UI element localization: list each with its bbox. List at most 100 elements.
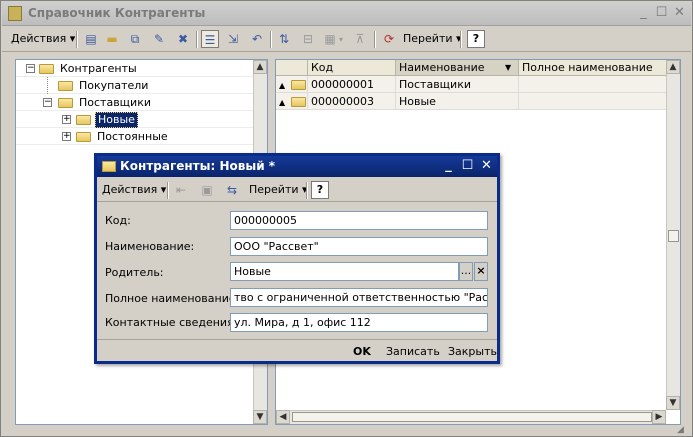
expand-icon[interactable]: + <box>62 132 71 141</box>
main-toolbar: Действия ▾ ▤ ▬ ⧉ ✎ ✖ ☰ ⇲ ↶ ⇅ ⊟ ▦ ▾ ⊼ ⟳ П… <box>2 27 691 52</box>
table-row[interactable]: ▲ 000000003 Новые <box>276 93 668 110</box>
filter-dropdown-icon[interactable]: ▾ <box>339 35 343 44</box>
scroll-up-icon[interactable]: ▲ <box>253 60 267 74</box>
scroll-thumb[interactable] <box>292 412 652 422</box>
main-window-title: Справочник Контрагенты <box>28 6 206 20</box>
move-to-group-icon[interactable]: ⇲ <box>224 30 242 48</box>
folder-icon <box>102 161 116 172</box>
actions-menu[interactable]: Действия ▾ <box>102 183 166 196</box>
tree-line <box>47 77 48 94</box>
directory-icon <box>8 6 22 21</box>
parent-select-button[interactable]: ... <box>459 262 473 281</box>
collapse-icon[interactable]: − <box>26 64 35 73</box>
actions-menu[interactable]: Действия ▾ <box>11 32 75 45</box>
table-row[interactable]: ▲ 000000001 Поставщики <box>276 76 668 93</box>
copy-icon[interactable]: ⧉ <box>126 30 144 48</box>
toolbar-separator <box>167 182 169 199</box>
folder-icon <box>76 115 91 125</box>
add-icon[interactable]: ▤ <box>82 30 100 48</box>
scroll-up-icon[interactable]: ▲ <box>666 60 680 74</box>
tree-item-label: Покупатели <box>79 79 149 92</box>
actions-menu-label: Действия <box>102 183 158 196</box>
tree-item-label: Поставщики <box>79 96 151 109</box>
sort-icon[interactable]: ⇅ <box>275 30 293 48</box>
cell-code: 000000003 <box>308 93 396 110</box>
minimize-button[interactable]: _ <box>440 158 457 175</box>
collapse-icon[interactable]: − <box>43 98 52 107</box>
goto-menu-label: Перейти <box>249 183 299 196</box>
save-button[interactable]: Записать <box>386 345 440 358</box>
tree-item-suppliers[interactable]: − Поставщики <box>16 94 253 111</box>
tree-item-label: Постоянные <box>97 130 168 143</box>
sort-arrow-icon: ▼ <box>505 63 512 72</box>
refresh-icon[interactable]: ⟳ <box>380 30 398 48</box>
column-header-code[interactable]: Код <box>308 60 396 76</box>
maximize-button[interactable]: ☐ <box>459 158 476 175</box>
list-horizontal-scrollbar[interactable]: ◀ ▶ <box>276 410 666 424</box>
main-title-bar[interactable]: Справочник Контрагенты _ ☐ ✕ <box>2 2 691 26</box>
parent-clear-button[interactable]: × <box>474 262 488 281</box>
column-header-full-name[interactable]: Полное наименование <box>519 60 668 76</box>
scroll-down-icon[interactable]: ▼ <box>666 396 680 410</box>
cell-code: 000000001 <box>308 76 396 93</box>
folder-icon <box>291 97 306 107</box>
level-up-icon[interactable]: ↶ <box>248 30 266 48</box>
scroll-right-icon[interactable]: ▶ <box>652 410 666 424</box>
minimize-button[interactable]: _ <box>635 5 652 22</box>
maximize-button[interactable]: ☐ <box>653 5 670 22</box>
cell-name: Поставщики <box>396 76 519 93</box>
parent-label: Родитель: <box>105 266 164 279</box>
actions-menu-label: Действия <box>11 32 67 45</box>
toolbar-separator <box>306 182 308 199</box>
cell-name: Новые <box>396 93 519 110</box>
expand-icon[interactable]: + <box>62 115 71 124</box>
ok-button[interactable]: OK <box>353 345 371 358</box>
list-vertical-scrollbar[interactable]: ▲ ▼ <box>666 60 680 410</box>
filter-list-icon[interactable]: ▦ <box>321 30 339 48</box>
scroll-left-icon[interactable]: ◀ <box>276 410 290 424</box>
folder-icon <box>58 98 73 108</box>
code-label: Код: <box>105 214 131 227</box>
goto-menu-label: Перейти <box>403 32 453 45</box>
up-arrow-icon: ▲ <box>279 98 286 107</box>
parent-field[interactable]: Новые <box>230 262 459 281</box>
help-button[interactable]: ? <box>311 181 329 199</box>
tree-item-contractors[interactable]: − Контрагенты <box>16 60 253 77</box>
tree-item-label: Новые <box>95 112 138 128</box>
up-arrow-icon: ▲ <box>279 81 286 90</box>
tree-item-permanent[interactable]: + Постоянные <box>16 128 253 145</box>
column-header-marker[interactable] <box>276 60 308 76</box>
structure-icon[interactable]: ▣ <box>198 181 216 199</box>
contacts-field[interactable]: ул. Мира, д 1, офис 112 <box>230 313 488 332</box>
filter-icon[interactable]: ⊟ <box>299 30 317 48</box>
name-field[interactable]: ООО "Рассвет" <box>230 237 488 256</box>
tree-item-new[interactable]: + Новые <box>16 111 253 128</box>
contacts-label: Контактные сведения: <box>105 316 238 329</box>
full-name-field[interactable]: тво с ограниченной ответственностью "Рас… <box>230 288 488 307</box>
scroll-down-icon[interactable]: ▼ <box>253 410 267 424</box>
cell-full-name <box>519 76 668 93</box>
edit-icon[interactable]: ✎ <box>150 30 168 48</box>
save-and-go-icon[interactable]: ⇆ <box>223 181 241 199</box>
dialog-title-bar[interactable]: Контрагенты: Новый * _ ☐ ✕ <box>97 156 497 177</box>
folder-icon <box>291 80 306 90</box>
tree-item-buyers[interactable]: Покупатели <box>16 77 253 94</box>
help-button[interactable]: ? <box>467 30 485 48</box>
clear-filter-icon[interactable]: ⊼ <box>351 30 369 48</box>
delete-icon[interactable]: ✖ <box>174 30 192 48</box>
add-group-icon[interactable]: ▬ <box>103 30 121 48</box>
edit-dialog: Контрагенты: Новый * _ ☐ ✕ Действия ▾ ⇤ … <box>94 153 500 364</box>
close-dialog-button[interactable]: Закрыть <box>448 345 497 358</box>
close-button[interactable]: ✕ <box>478 158 495 175</box>
scroll-thumb[interactable] <box>668 230 679 242</box>
resize-grip-icon[interactable]: ◢ <box>677 425 689 435</box>
folder-icon <box>39 64 54 74</box>
goto-menu[interactable]: Перейти ▾ <box>403 32 462 45</box>
enter-on-basis-icon[interactable]: ⇤ <box>172 181 190 199</box>
goto-menu[interactable]: Перейти ▾ <box>249 183 308 196</box>
close-button[interactable]: ✕ <box>671 5 688 22</box>
toolbar-separator <box>196 31 198 48</box>
code-field[interactable]: 000000005 <box>230 211 488 230</box>
column-header-name[interactable]: Наименование ▼ <box>396 60 519 76</box>
hierarchy-icon[interactable]: ☰ <box>201 30 219 48</box>
